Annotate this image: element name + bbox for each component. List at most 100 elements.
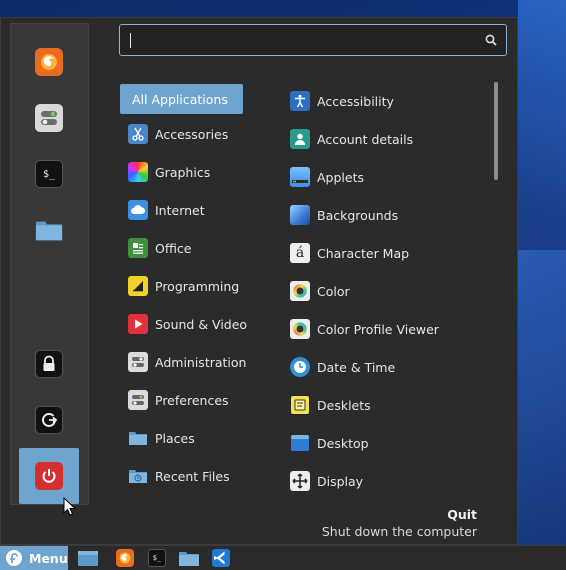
category-internet[interactable]: Internet [120,195,280,225]
favorites-sidebar: $_ [10,23,89,505]
clock-icon [290,357,310,377]
favorite-terminal[interactable]: $_ [19,146,79,202]
category-label: Graphics [155,164,211,180]
app-desktop[interactable]: Desktop [290,428,490,458]
quit-button[interactable] [19,448,79,504]
applets-icon [290,167,310,187]
app-label: Display [317,473,364,489]
app-label: Accessibility [317,93,394,109]
menu-button-label: Menu [29,550,68,566]
category-places[interactable]: Places [120,423,280,453]
folder-icon [179,551,199,566]
folder-icon [35,216,63,244]
account-icon [290,129,310,149]
category-all-applications[interactable]: All Applications [120,84,243,114]
favorite-files[interactable] [19,202,79,258]
category-label: Programming [155,278,240,294]
taskbar-show-desktop[interactable] [77,549,99,567]
taskbar-firefox[interactable] [115,549,135,567]
app-accessibility[interactable]: Accessibility [290,86,490,116]
category-graphics[interactable]: Graphics [120,157,280,187]
category-administration[interactable]: Administration [120,347,280,377]
preferences-icon [128,390,148,410]
backgrounds-icon [290,205,310,225]
terminal-icon: $_ [148,549,166,567]
app-color-profile-viewer[interactable]: Color Profile Viewer [290,314,490,344]
menu-button[interactable]: Menu [0,546,68,570]
office-icon [128,238,148,258]
app-desklets[interactable]: Desklets [290,390,490,420]
display-icon [290,471,310,491]
programming-icon [128,276,148,296]
power-icon [35,462,63,490]
app-display[interactable]: Display [290,466,490,496]
search-input[interactable] [128,31,478,49]
category-office[interactable]: Office [120,233,280,263]
character-map-icon: á [290,243,310,263]
favorite-settings[interactable] [19,90,79,146]
category-label: Administration [155,354,247,370]
color-icon [290,281,310,301]
scissors-icon [128,124,148,144]
lock-icon [35,350,63,378]
terminal-icon: $_ [35,160,63,188]
app-character-map[interactable]: á Character Map [290,238,490,268]
category-recent-files[interactable]: Recent Files [120,461,280,491]
desktop-icon [290,433,310,453]
app-list-scrollbar[interactable] [494,82,498,180]
app-label: Date & Time [317,359,396,375]
lock-screen-button[interactable] [19,336,79,392]
toggle-settings-icon [35,104,63,132]
folder-icon [128,428,148,448]
taskbar-files[interactable] [178,549,200,567]
fedora-logo-icon [6,550,22,566]
play-icon [128,314,148,334]
terminal-glyph: $_ [42,168,56,180]
app-account-details[interactable]: Account details [290,124,490,154]
app-backgrounds[interactable]: Backgrounds [290,200,490,230]
logout-icon [35,406,63,434]
category-label: Internet [155,202,205,218]
category-preferences[interactable]: Preferences [120,385,280,415]
category-label: Accessories [155,126,229,142]
taskbar-terminal[interactable]: $_ [147,549,167,567]
app-label: Color [317,283,350,299]
terminal-glyph: $_ [152,554,162,562]
accessibility-icon [290,91,310,111]
search-box[interactable] [119,24,507,56]
admin-icon [128,352,148,372]
category-label: Sound & Video [155,316,248,332]
app-color[interactable]: Color [290,276,490,306]
category-label: Places [155,430,195,446]
character-map-glyph: á [295,245,305,261]
category-label: Office [155,240,192,256]
vscode-icon [212,549,230,567]
app-date-time[interactable]: Date & Time [290,352,490,382]
app-label: Backgrounds [317,207,399,223]
desktop-icon [78,550,98,566]
firefox-icon [116,549,134,567]
favorite-firefox[interactable] [19,34,79,90]
category-programming[interactable]: Programming [120,271,280,301]
taskbar-vscode[interactable] [211,549,231,567]
logout-button[interactable] [19,392,79,448]
firefox-icon [35,48,63,76]
desktop-wallpaper-highlight [518,250,566,550]
category-label: Recent Files [155,468,230,484]
app-applets[interactable]: Applets [290,162,490,192]
category-label: Preferences [155,392,229,408]
graphics-icon [128,162,148,182]
taskbar: Menu $_ [0,545,566,570]
app-label: Account details [317,131,414,147]
text-caret [130,33,131,48]
category-label: All Applications [132,91,228,107]
category-accessories[interactable]: Accessories [120,119,280,149]
desklets-icon [290,395,310,415]
cloud-icon [128,200,148,220]
app-label: Applets [317,169,364,185]
mouse-pointer-icon [63,497,77,516]
category-sound-video[interactable]: Sound & Video [120,309,280,339]
app-label: Color Profile Viewer [317,321,439,337]
app-label: Desktop [317,435,369,451]
app-label: Desklets [317,397,371,413]
